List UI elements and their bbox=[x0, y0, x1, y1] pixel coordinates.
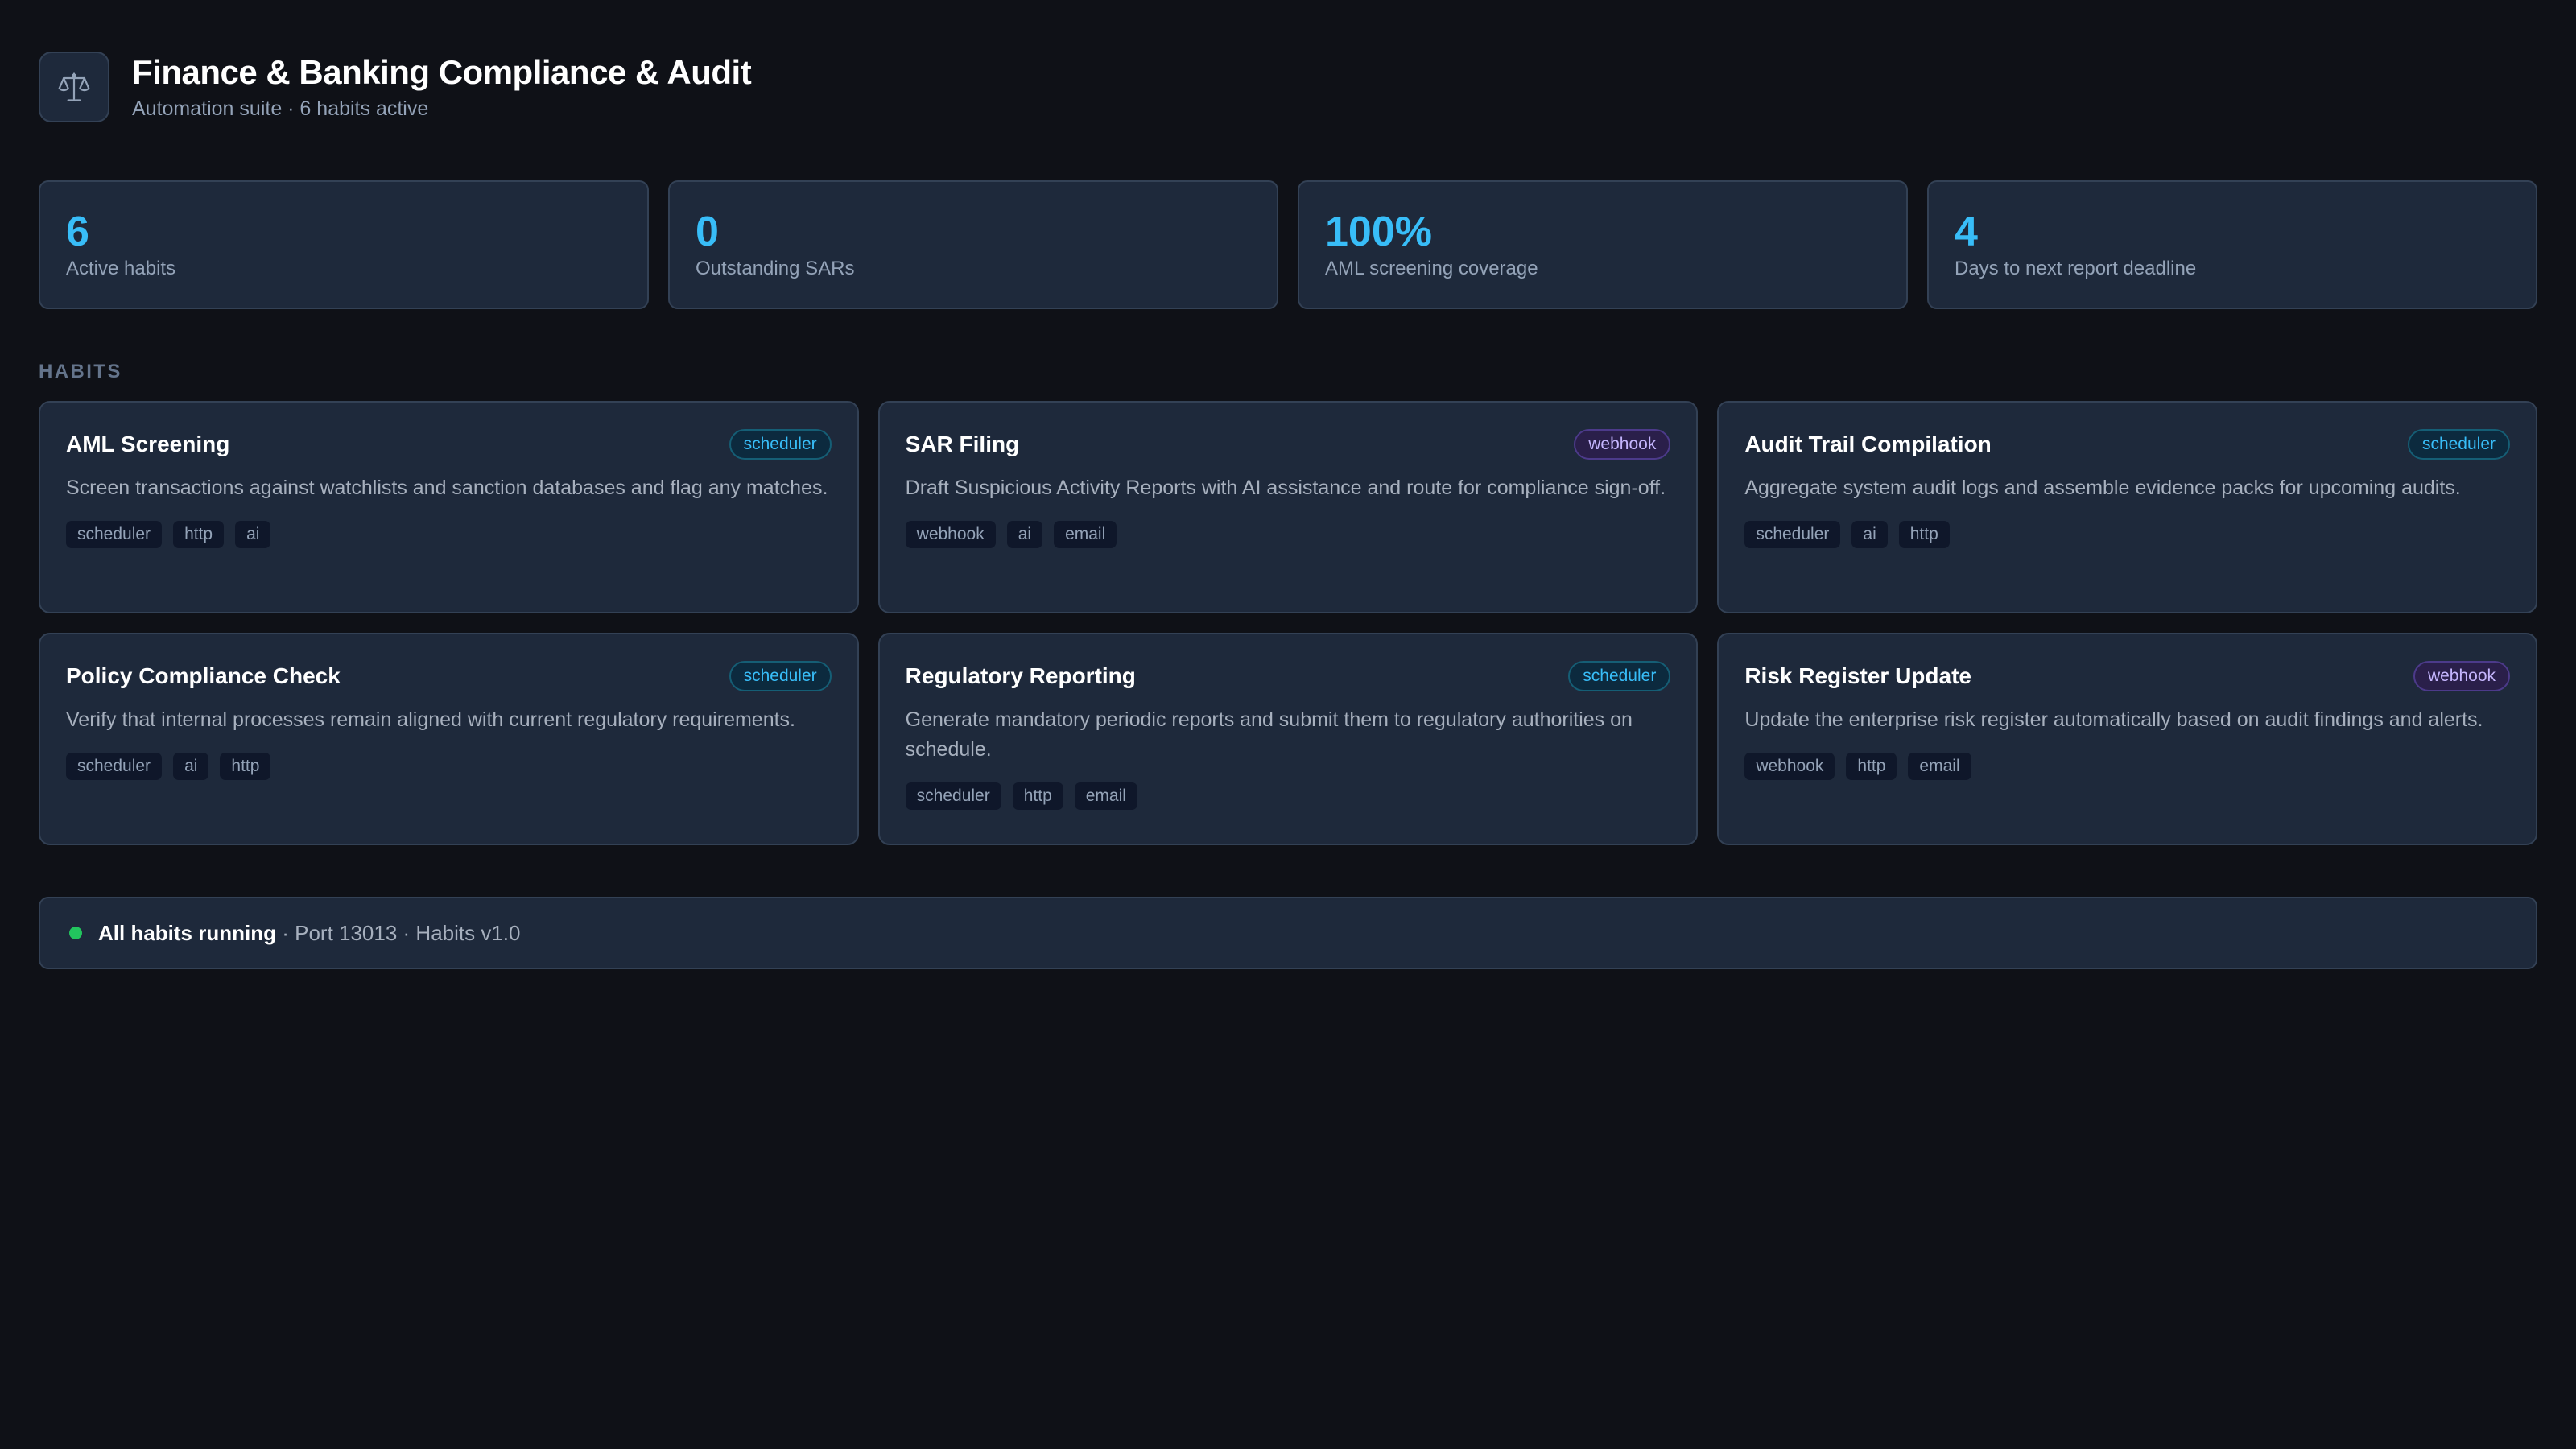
habit-title: Policy Compliance Check bbox=[66, 663, 341, 688]
tag: email bbox=[1054, 521, 1117, 548]
stat-value: 0 bbox=[696, 208, 719, 255]
tag: webhook bbox=[905, 521, 996, 548]
trigger-badge: scheduler bbox=[2407, 429, 2510, 460]
scales-icon bbox=[39, 52, 109, 122]
stat-value: 6 bbox=[66, 208, 89, 255]
status-dot-icon bbox=[69, 927, 82, 939]
habit-title: SAR Filing bbox=[905, 431, 1020, 456]
status-text: All habits running bbox=[98, 920, 276, 945]
habit-card-policy-compliance-check[interactable]: Policy Compliance Check scheduler Verify… bbox=[39, 633, 859, 845]
tag: ai bbox=[235, 521, 271, 548]
section-label-habits: HABITS bbox=[39, 361, 122, 382]
tag: ai bbox=[1006, 521, 1043, 548]
tag: scheduler bbox=[66, 753, 163, 780]
tag: ai bbox=[173, 753, 209, 780]
app-header: Finance & Banking Compliance & Audit Aut… bbox=[39, 52, 2537, 122]
stat-card-aml-coverage: 100% AML screening coverage bbox=[1298, 180, 1908, 309]
stat-label: Active habits bbox=[66, 258, 176, 279]
page: Finance & Banking Compliance & Audit Aut… bbox=[39, 52, 2537, 969]
tag: scheduler bbox=[66, 521, 163, 548]
tag: http bbox=[1898, 521, 1950, 548]
trigger-badge: scheduler bbox=[1568, 661, 1671, 691]
habit-title: Risk Register Update bbox=[1744, 663, 1971, 688]
stat-label: Outstanding SARs bbox=[696, 258, 855, 279]
habit-description: Verify that internal processes remain al… bbox=[66, 708, 795, 731]
habit-description: Screen transactions against watchlists a… bbox=[66, 477, 828, 499]
habit-description: Draft Suspicious Activity Reports with A… bbox=[905, 477, 1666, 499]
tag: http bbox=[1846, 753, 1897, 780]
stat-card-active-habits: 6 Active habits bbox=[39, 180, 649, 309]
tag-list: scheduler ai http bbox=[1744, 521, 2510, 548]
habit-card-regulatory-reporting[interactable]: Regulatory Reporting scheduler Generate … bbox=[877, 633, 1699, 845]
habit-title: Regulatory Reporting bbox=[905, 663, 1136, 688]
habit-description: Generate mandatory periodic reports and … bbox=[905, 708, 1633, 761]
tag-list: scheduler http email bbox=[905, 782, 1671, 810]
habit-card-sar-filing[interactable]: SAR Filing webhook Draft Suspicious Acti… bbox=[877, 401, 1699, 613]
habit-card-audit-trail-compilation[interactable]: Audit Trail Compilation scheduler Aggreg… bbox=[1717, 401, 2537, 613]
page-title: Finance & Banking Compliance & Audit bbox=[132, 53, 752, 91]
tag-list: webhook http email bbox=[1744, 753, 2510, 780]
status-bar: All habits running · Port 13013 · Habits… bbox=[39, 897, 2537, 969]
tag-list: webhook ai email bbox=[905, 521, 1671, 548]
tag: webhook bbox=[1744, 753, 1835, 780]
tag: http bbox=[1012, 782, 1063, 810]
tag: http bbox=[220, 753, 271, 780]
tag: ai bbox=[1852, 521, 1888, 548]
trigger-badge: scheduler bbox=[729, 429, 832, 460]
stats-row: 6 Active habits 0 Outstanding SARs 100% … bbox=[39, 180, 2537, 309]
tag-list: scheduler ai http bbox=[66, 753, 832, 780]
tag: email bbox=[1074, 782, 1137, 810]
tag: http bbox=[173, 521, 225, 548]
status-details: · Port 13013 · Habits v1.0 bbox=[276, 920, 521, 945]
habit-card-aml-screening[interactable]: AML Screening scheduler Screen transacti… bbox=[39, 401, 859, 613]
page-subtitle: Automation suite · 6 habits active bbox=[132, 97, 429, 120]
tag: scheduler bbox=[905, 782, 1001, 810]
trigger-badge: webhook bbox=[2413, 661, 2510, 691]
habit-description: Aggregate system audit logs and assemble… bbox=[1744, 477, 2461, 499]
stat-label: AML screening coverage bbox=[1325, 258, 1538, 279]
habit-title: AML Screening bbox=[66, 431, 230, 456]
habit-title: Audit Trail Compilation bbox=[1744, 431, 1992, 456]
stat-label: Days to next report deadline bbox=[1955, 258, 2197, 279]
trigger-badge: webhook bbox=[1574, 429, 1671, 460]
habit-description: Update the enterprise risk register auto… bbox=[1744, 708, 2483, 731]
habit-card-risk-register-update[interactable]: Risk Register Update webhook Update the … bbox=[1717, 633, 2537, 845]
stat-card-outstanding-sars: 0 Outstanding SARs bbox=[668, 180, 1278, 309]
stat-value: 100% bbox=[1325, 208, 1432, 255]
tag-list: scheduler http ai bbox=[66, 521, 832, 548]
habits-grid: AML Screening scheduler Screen transacti… bbox=[39, 401, 2537, 845]
stat-value: 4 bbox=[1955, 208, 1978, 255]
tag: email bbox=[1908, 753, 1971, 780]
stat-card-report-deadline: 4 Days to next report deadline bbox=[1927, 180, 2537, 309]
trigger-badge: scheduler bbox=[729, 661, 832, 691]
tag: scheduler bbox=[1744, 521, 1841, 548]
